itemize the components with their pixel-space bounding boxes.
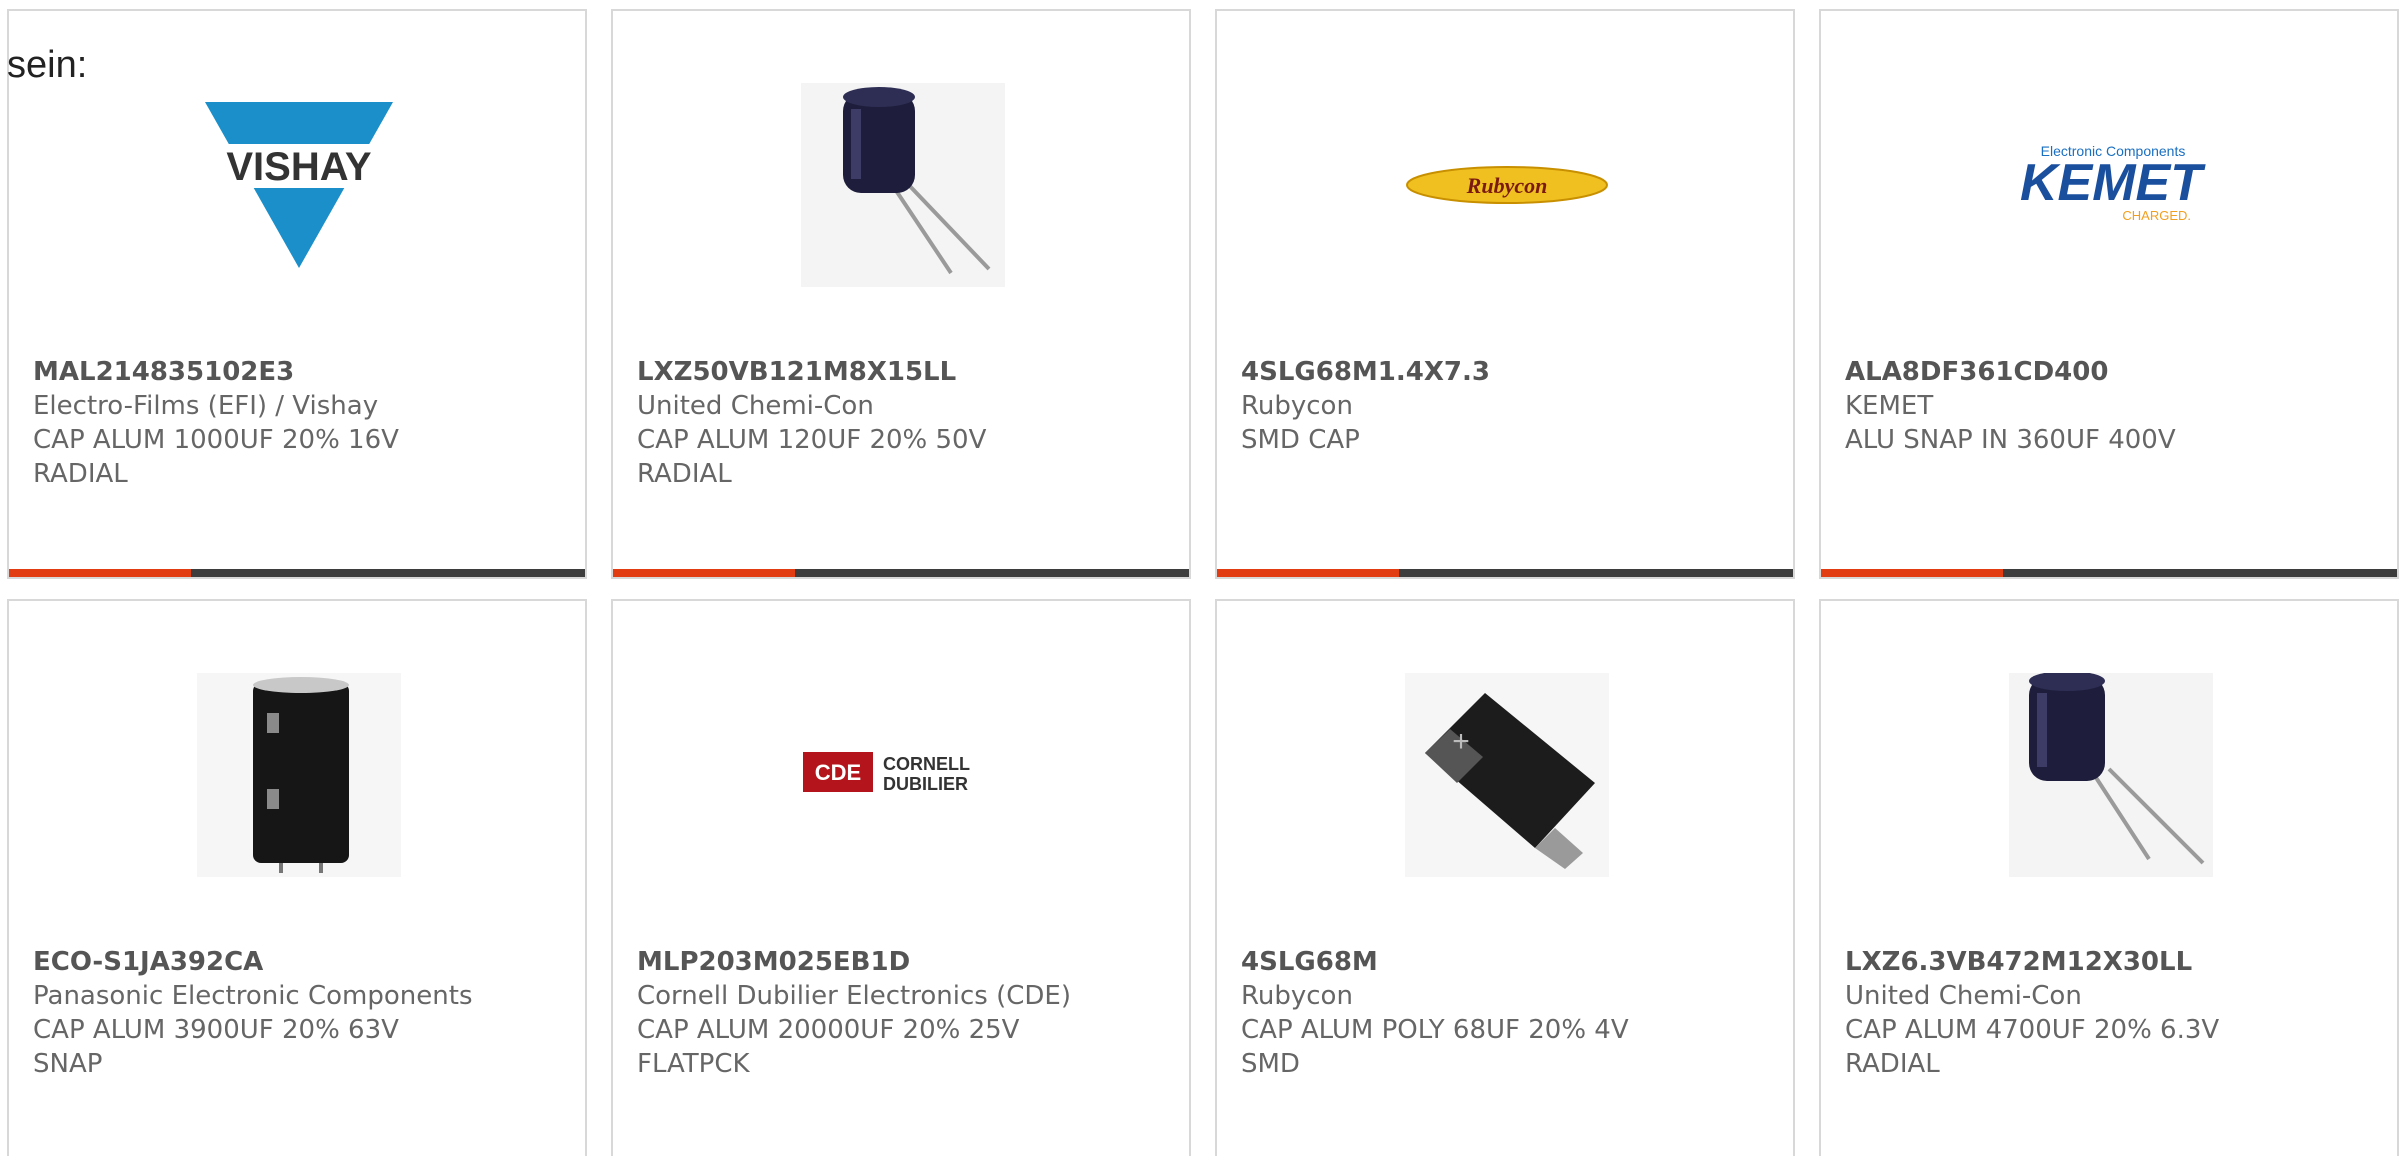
- product-card[interactable]: ECO-S1JA392CA Panasonic Electronic Compo…: [7, 599, 587, 1156]
- description: CAP ALUM 3900UF 20% 63V: [33, 1015, 399, 1045]
- manufacturer: Panasonic Electronic Components: [33, 981, 473, 1011]
- rubycon-logo: Rubycon: [1405, 83, 1609, 287]
- manufacturer: Rubycon: [1241, 391, 1353, 421]
- svg-text:Rubycon: Rubycon: [1466, 173, 1548, 198]
- smd-capacitor-image: +: [1405, 673, 1609, 877]
- description-2: SMD: [1241, 1049, 1300, 1079]
- part-number[interactable]: ECO-S1JA392CA: [33, 945, 565, 979]
- manufacturer: Rubycon: [1241, 981, 1353, 1011]
- card-bar: [613, 569, 1189, 577]
- radial-capacitor-image: [801, 83, 1005, 287]
- svg-text:KEMET: KEMET: [2020, 154, 2206, 212]
- card-info: MLP203M025EB1D Cornell Dubilier Electron…: [637, 945, 1169, 1081]
- card-info: ALA8DF361CD400 KEMET ALU SNAP IN 360UF 4…: [1845, 355, 2377, 457]
- card-bar-accent: [9, 569, 191, 577]
- svg-text:CHARGED.: CHARGED.: [2122, 208, 2191, 223]
- manufacturer: United Chemi-Con: [637, 391, 874, 421]
- card-bar: [1217, 569, 1793, 577]
- description: CAP ALUM 120UF 20% 50V: [637, 425, 987, 455]
- product-card[interactable]: VISHAY MAL214835102E3 Electro-Films (EFI…: [7, 9, 587, 579]
- card-bar: [1821, 569, 2397, 577]
- part-number[interactable]: MLP203M025EB1D: [637, 945, 1169, 979]
- card-info: LXZ6.3VB472M12X30LL United Chemi-Con CAP…: [1845, 945, 2377, 1081]
- card-bar-accent: [613, 569, 795, 577]
- radial-capacitor-image: [2009, 673, 2213, 877]
- vishay-logo: VISHAY: [197, 83, 401, 287]
- card-info: MAL214835102E3 Electro-Films (EFI) / Vis…: [33, 355, 565, 491]
- card-info: 4SLG68M1.4X7.3 Rubycon SMD CAP: [1241, 355, 1773, 457]
- part-number[interactable]: LXZ6.3VB472M12X30LL: [1845, 945, 2377, 979]
- card-bar-accent: [1217, 569, 1399, 577]
- description-2: FLATPCK: [637, 1049, 750, 1079]
- description-2: RADIAL: [637, 459, 732, 489]
- product-card[interactable]: Rubycon 4SLG68M1.4X7.3 Rubycon SMD CAP: [1215, 9, 1795, 579]
- description: CAP ALUM POLY 68UF 20% 4V: [1241, 1015, 1629, 1045]
- product-grid-page: sein: VISHAY MAL214835102E3 Electro-Film…: [0, 0, 2400, 1156]
- part-number[interactable]: ALA8DF361CD400: [1845, 355, 2377, 389]
- description-2: RADIAL: [33, 459, 128, 489]
- manufacturer: Cornell Dubilier Electronics (CDE): [637, 981, 1071, 1011]
- product-card[interactable]: LXZ50VB121M8X15LL United Chemi-Con CAP A…: [611, 9, 1191, 579]
- card-bar-accent: [1821, 569, 2003, 577]
- manufacturer: KEMET: [1845, 391, 1934, 421]
- description: CAP ALUM 1000UF 20% 16V: [33, 425, 399, 455]
- description: ALU SNAP IN 360UF 400V: [1845, 425, 2176, 455]
- product-card[interactable]: LXZ6.3VB472M12X30LL United Chemi-Con CAP…: [1819, 599, 2399, 1156]
- manufacturer: Electro-Films (EFI) / Vishay: [33, 391, 379, 421]
- svg-text:CORNELL: CORNELL: [883, 754, 970, 774]
- card-info: LXZ50VB121M8X15LL United Chemi-Con CAP A…: [637, 355, 1169, 491]
- product-card[interactable]: + 4SLG68M Rubycon CAP ALUM POLY 68UF 20%…: [1215, 599, 1795, 1156]
- description-2: SNAP: [33, 1049, 103, 1079]
- product-card[interactable]: Electronic Components KEMET CHARGED. ALA…: [1819, 9, 2399, 579]
- part-number[interactable]: 4SLG68M1.4X7.3: [1241, 355, 1773, 389]
- svg-text:DUBILIER: DUBILIER: [883, 774, 968, 794]
- card-info: 4SLG68M Rubycon CAP ALUM POLY 68UF 20% 4…: [1241, 945, 1773, 1081]
- part-number[interactable]: MAL214835102E3: [33, 355, 565, 389]
- card-bar: [9, 569, 585, 577]
- description: CAP ALUM 4700UF 20% 6.3V: [1845, 1015, 2220, 1045]
- kemet-logo: Electronic Components KEMET CHARGED.: [2009, 83, 2213, 287]
- card-info: ECO-S1JA392CA Panasonic Electronic Compo…: [33, 945, 565, 1081]
- description: SMD CAP: [1241, 425, 1360, 455]
- snap-in-capacitor-image: [197, 673, 401, 877]
- svg-text:+: +: [1452, 725, 1470, 758]
- product-card[interactable]: CDE CORNELL DUBILIER MLP203M025EB1D Corn…: [611, 599, 1191, 1156]
- part-number[interactable]: LXZ50VB121M8X15LL: [637, 355, 1169, 389]
- svg-text:VISHAY: VISHAY: [226, 145, 372, 189]
- cde-logo: CDE CORNELL DUBILIER: [801, 673, 1005, 877]
- description-2: RADIAL: [1845, 1049, 1940, 1079]
- description: CAP ALUM 20000UF 20% 25V: [637, 1015, 1020, 1045]
- manufacturer: United Chemi-Con: [1845, 981, 2082, 1011]
- svg-text:CDE: CDE: [815, 760, 861, 785]
- part-number[interactable]: 4SLG68M: [1241, 945, 1773, 979]
- intro-text: sein:: [7, 44, 88, 86]
